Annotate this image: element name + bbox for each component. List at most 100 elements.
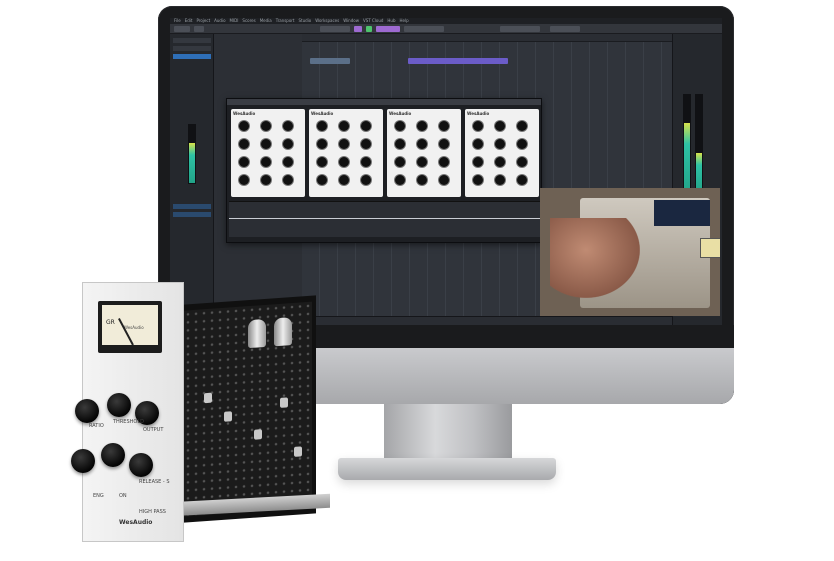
plugin-knob[interactable] <box>339 139 349 149</box>
plugin-knob[interactable] <box>517 175 527 185</box>
plugin-knob[interactable] <box>417 175 427 185</box>
menu-item[interactable]: Window <box>343 18 359 23</box>
menu-item[interactable]: Help <box>400 18 409 23</box>
menu-item[interactable]: Scores <box>242 18 255 23</box>
product-composite: File Edit Project Audio MIDI Scores Media Trans… <box>0 0 834 561</box>
menu-item[interactable]: Audio <box>214 18 225 23</box>
plugin-knob[interactable] <box>361 121 371 131</box>
inspector-row[interactable] <box>173 46 211 51</box>
vu-needle <box>118 318 134 346</box>
meter-label: GR <box>106 319 115 326</box>
inspector-row[interactable] <box>173 204 211 209</box>
transport-bar[interactable] <box>302 316 672 325</box>
toolbar-button[interactable] <box>376 26 400 32</box>
knob-label: RATIO <box>89 423 104 429</box>
plugin-knob[interactable] <box>517 139 527 149</box>
daw-screen: File Edit Project Audio MIDI Scores Media Trans… <box>170 18 722 325</box>
capacitor <box>254 429 262 440</box>
plugin-brand: WesAudio <box>311 111 334 116</box>
attack-knob[interactable] <box>71 449 95 473</box>
plugin-knob[interactable] <box>261 121 271 131</box>
plugin-knob[interactable] <box>361 139 371 149</box>
hardware-circuit-board <box>184 295 316 523</box>
plugin-knob[interactable] <box>395 175 405 185</box>
toolbar-button[interactable] <box>320 26 350 32</box>
release-knob[interactable] <box>129 453 153 477</box>
plugin-knob[interactable] <box>495 121 505 131</box>
plugin-knob[interactable] <box>261 139 271 149</box>
plugin-knob[interactable] <box>283 157 293 167</box>
ratio-knob[interactable] <box>75 399 99 423</box>
audio-region[interactable] <box>310 58 350 64</box>
toolbar-button[interactable] <box>404 26 444 32</box>
menu-item[interactable]: Studio <box>299 18 312 23</box>
toolbar-button[interactable] <box>550 26 580 32</box>
footer-label: HIGH PASS <box>139 509 166 515</box>
menu-item[interactable]: Edit <box>185 18 193 23</box>
capacitor <box>294 446 302 457</box>
plugin-knob[interactable] <box>317 175 327 185</box>
plugin-knob[interactable] <box>239 157 249 167</box>
plugin-knob[interactable] <box>495 139 505 149</box>
plugin-knob[interactable] <box>283 139 293 149</box>
plugin-knob[interactable] <box>317 121 327 131</box>
audio-region[interactable] <box>408 58 508 64</box>
plugin-knob[interactable] <box>339 121 349 131</box>
plugin-titlebar[interactable] <box>227 99 541 105</box>
plugin-knob[interactable] <box>283 121 293 131</box>
menu-item[interactable]: Workspaces <box>315 18 339 23</box>
plugin-knob[interactable] <box>439 175 449 185</box>
plugin-knob[interactable] <box>439 139 449 149</box>
switch-label: ON <box>119 493 127 499</box>
plugin-knob[interactable] <box>283 175 293 185</box>
inspector-row[interactable] <box>173 54 211 59</box>
menu-item[interactable]: Project <box>196 18 210 23</box>
inspector-row[interactable] <box>173 212 211 217</box>
plugin-knob[interactable] <box>517 121 527 131</box>
plugin-knob[interactable] <box>261 157 271 167</box>
eq-display[interactable] <box>229 201 541 237</box>
plugin-knob[interactable] <box>239 139 249 149</box>
plugin-knob[interactable] <box>317 139 327 149</box>
menu-item[interactable]: VST Cloud <box>363 18 383 23</box>
window-title-area <box>500 26 540 32</box>
plugin-knob[interactable] <box>473 157 483 167</box>
menu-item[interactable]: Transport <box>276 18 295 23</box>
plugin-knob[interactable] <box>395 121 405 131</box>
hardware-brand: WesAudio <box>119 519 153 526</box>
menu-item[interactable]: MIDI <box>230 18 239 23</box>
menu-item[interactable]: Media <box>260 18 272 23</box>
timeline-ruler[interactable] <box>302 34 672 42</box>
plugin-knob[interactable] <box>473 139 483 149</box>
knee-knob[interactable] <box>101 443 125 467</box>
menu-item[interactable]: File <box>174 18 181 23</box>
menu-item[interactable]: Hub <box>387 18 395 23</box>
plugin-knob[interactable] <box>395 157 405 167</box>
toolbar-button[interactable] <box>366 26 372 32</box>
knob-label: RELEASE - S <box>139 479 170 485</box>
plugin-knob[interactable] <box>417 139 427 149</box>
inspector-row[interactable] <box>173 38 211 43</box>
plugin-knob[interactable] <box>417 157 427 167</box>
plugin-knob[interactable] <box>473 175 483 185</box>
plugin-knob[interactable] <box>361 175 371 185</box>
plugin-knob[interactable] <box>517 157 527 167</box>
plugin-knob[interactable] <box>495 175 505 185</box>
threshold-knob[interactable] <box>107 393 131 417</box>
plugin-knob[interactable] <box>239 121 249 131</box>
toolbar-button[interactable] <box>194 26 204 32</box>
plugin-knob[interactable] <box>495 157 505 167</box>
plugin-knob[interactable] <box>261 175 271 185</box>
plugin-knob[interactable] <box>395 139 405 149</box>
plugin-knob[interactable] <box>361 157 371 167</box>
toolbar-button[interactable] <box>354 26 362 32</box>
plugin-knob[interactable] <box>239 175 249 185</box>
plugin-knob[interactable] <box>439 157 449 167</box>
plugin-knob[interactable] <box>339 175 349 185</box>
toolbar-button[interactable] <box>174 26 190 32</box>
plugin-knob[interactable] <box>417 121 427 131</box>
plugin-knob[interactable] <box>473 121 483 131</box>
plugin-knob[interactable] <box>317 157 327 167</box>
plugin-knob[interactable] <box>339 157 349 167</box>
plugin-knob[interactable] <box>439 121 449 131</box>
